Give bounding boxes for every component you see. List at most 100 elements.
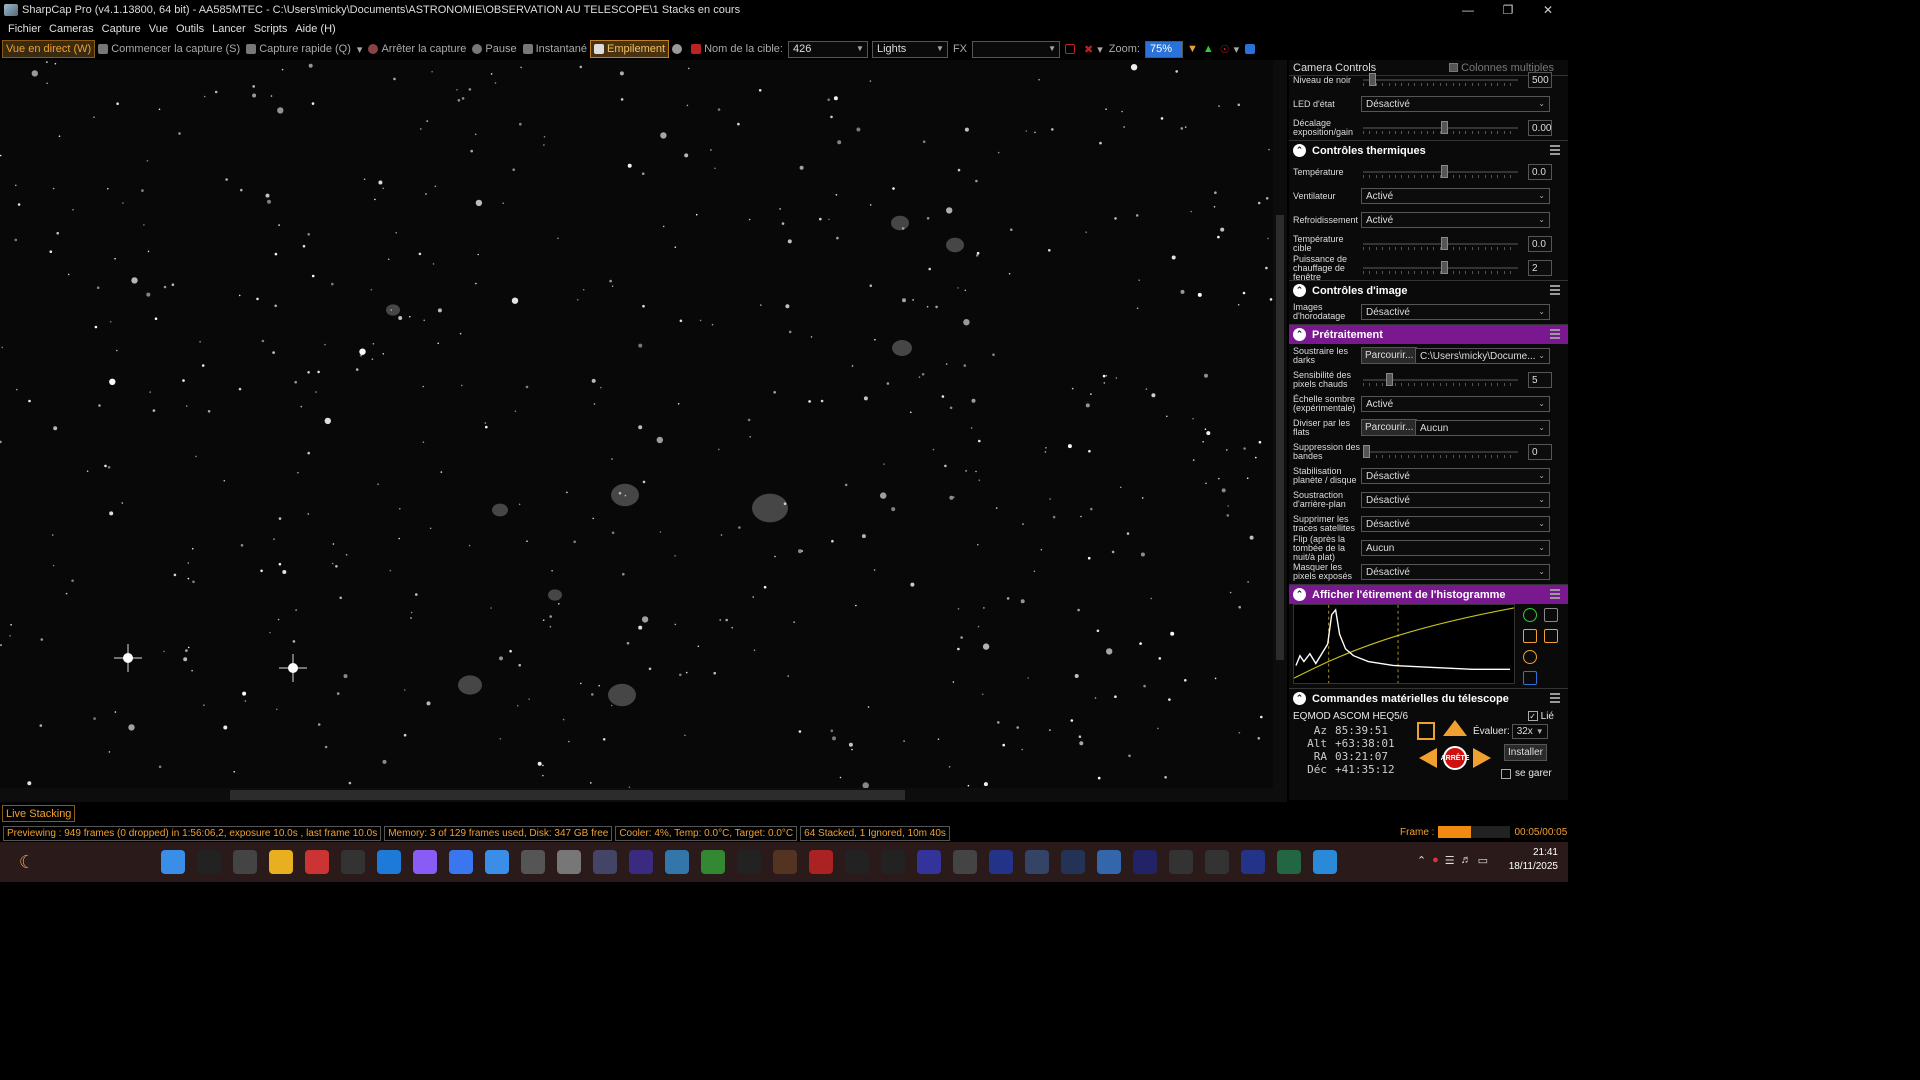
echelle-sombre-experimentale-dropdown[interactable]: Activé ⌄ [1361, 396, 1550, 412]
slider-knob[interactable] [1440, 121, 1448, 134]
start-capture-button[interactable]: Commencer la capture (S) [95, 40, 243, 58]
colors-icon[interactable] [701, 850, 725, 874]
star2-icon[interactable] [1133, 850, 1157, 874]
star-icon[interactable] [665, 850, 689, 874]
live-view-button[interactable]: Vue en direct (W) [2, 40, 96, 58]
menu-outils[interactable]: Outils [176, 23, 204, 35]
histogram-tool-button[interactable]: ▲ [1200, 40, 1217, 58]
menu-icon[interactable] [1550, 589, 1560, 599]
images-d-horodatage-dropdown[interactable]: Désactivé ⌄ [1361, 304, 1550, 320]
pause-button[interactable]: Pause [469, 40, 519, 58]
sensibilite-des-pixels-chaud-slider[interactable] [1363, 373, 1518, 386]
thermal-section-header[interactable]: ⌃ Contrôles thermiques [1289, 140, 1568, 160]
diviser-par-les-flats-path-dropdown[interactable]: Aucun ⌄ [1415, 420, 1550, 436]
browse-button[interactable]: Parcourir... [1361, 419, 1418, 436]
supprimer-les-traces-satelli-dropdown[interactable]: Désactivé ⌄ [1361, 516, 1550, 532]
histogram-section-header[interactable]: ⌃ Afficher l'étirement de l'histogramme [1289, 584, 1568, 604]
preprocess-section-header[interactable]: ⌃ Prétraitement [1289, 324, 1568, 344]
app-icon[interactable] [521, 850, 545, 874]
app6-icon[interactable] [1241, 850, 1265, 874]
clock[interactable]: 21:41 18/11/2025 [1509, 846, 1558, 874]
start-icon[interactable] [161, 850, 185, 874]
niveau-de-noir-value[interactable]: 500 [1528, 72, 1552, 88]
temperature-value[interactable]: 0.0 [1528, 164, 1552, 180]
stop-capture-button[interactable]: Arrêter la capture [365, 40, 469, 58]
save-icon[interactable] [1523, 671, 1537, 685]
niveau-de-noir-slider[interactable] [1363, 73, 1518, 86]
menu-icon[interactable] [1550, 145, 1560, 155]
stellarium-icon[interactable] [593, 850, 617, 874]
lock-icon[interactable] [1544, 629, 1559, 643]
histogram-display[interactable] [1293, 604, 1564, 685]
vertical-scroll-thumb[interactable] [1276, 215, 1284, 660]
vertical-scrollbar[interactable] [1273, 60, 1287, 788]
stabilisation-planete-disque-dropdown[interactable]: Désactivé ⌄ [1361, 468, 1550, 484]
gear-icon[interactable] [1169, 850, 1193, 874]
ts-icon[interactable] [1097, 850, 1121, 874]
menu-icon[interactable] [1550, 693, 1560, 703]
soustraire-les-darks-path-dropdown[interactable]: C:\Users\micky\Docume... ⌄ [1415, 348, 1550, 364]
temperature-slider[interactable] [1363, 165, 1518, 178]
ventilateur-dropdown[interactable]: Activé ⌄ [1361, 188, 1550, 204]
auto-stretch-icon[interactable] [1523, 629, 1537, 643]
weather-widget-icon[interactable]: ☾ [14, 849, 40, 875]
menu-vue[interactable]: Vue [149, 23, 168, 35]
window-icon[interactable] [737, 850, 761, 874]
app5-icon[interactable] [1061, 850, 1085, 874]
menu-aide[interactable]: Aide (H) [295, 23, 335, 35]
app3-icon[interactable] [989, 850, 1013, 874]
image-section-header[interactable]: ⌃ Contrôles d'image [1289, 280, 1568, 300]
slider-knob[interactable] [1440, 165, 1448, 178]
bird-icon[interactable] [1313, 850, 1337, 874]
file-explorer-icon[interactable] [269, 850, 293, 874]
slew-north-arrow-icon[interactable] [1443, 720, 1467, 736]
horizontal-scrollbar[interactable] [0, 788, 1287, 802]
menu-fichier[interactable]: Fichier [8, 23, 41, 35]
menu-cameras[interactable]: Cameras [49, 23, 94, 35]
slew-east-arrow-icon[interactable] [1473, 748, 1491, 768]
planet-icon[interactable] [809, 850, 833, 874]
slider-knob[interactable] [1369, 73, 1377, 86]
messenger-icon[interactable] [413, 850, 437, 874]
zoom-combo[interactable]: 75% [1144, 40, 1183, 58]
frame-type-combo[interactable]: Lights ▼ [871, 40, 948, 58]
image-viewport[interactable] [0, 60, 1273, 788]
puissance-de-chauffage-de-fe-value[interactable]: 2 [1528, 260, 1552, 276]
volume-icon[interactable]: ♬ [1461, 854, 1472, 867]
temperature-cible-value[interactable]: 0.0 [1528, 236, 1552, 252]
app7-icon[interactable] [1277, 850, 1301, 874]
puissance-de-chauffage-de-fe-slider[interactable] [1363, 261, 1518, 274]
target-name-combo[interactable]: 426 ▼ [787, 40, 868, 58]
eye-icon[interactable] [881, 850, 905, 874]
soustraction-d-arriere-plan-dropdown[interactable]: Désactivé ⌄ [1361, 492, 1550, 508]
slew-west-arrow-icon[interactable] [1419, 748, 1437, 768]
signal-icon[interactable] [449, 850, 473, 874]
chevron-up-icon[interactable]: ⌃ [1417, 854, 1426, 867]
histogram-chart[interactable] [1293, 604, 1515, 684]
astro-icon[interactable] [917, 850, 941, 874]
contrast-icon[interactable] [1544, 608, 1559, 622]
menu-lancer[interactable]: Lancer [212, 23, 246, 35]
polar-align-button[interactable] [1242, 40, 1261, 58]
task-view-icon[interactable] [233, 850, 257, 874]
camera2-icon[interactable] [1205, 850, 1229, 874]
masquer-les-pixels-exposes-dropdown[interactable]: Désactivé ⌄ [1361, 564, 1550, 580]
minimize-button[interactable]: — [1448, 0, 1488, 20]
menu-icon[interactable] [1550, 329, 1560, 339]
fx-combo[interactable]: ▼ [972, 40, 1061, 58]
quick-capture-button[interactable]: Capture rapide (Q) ▾ [243, 40, 365, 58]
flip-apres-la-tombee-de-la-n-dropdown[interactable]: Aucun ⌄ [1361, 540, 1550, 556]
horizontal-scroll-thumb[interactable] [230, 790, 905, 800]
install-button[interactable]: Installer [1504, 744, 1548, 761]
decalage-exposition-gain-value[interactable]: 0.00 [1528, 120, 1552, 136]
menu-scripts[interactable]: Scripts [254, 23, 288, 35]
focus-tool-button[interactable]: ☉ ▾ [1217, 40, 1242, 58]
menu-capture[interactable]: Capture [102, 23, 141, 35]
stop-slew-button[interactable]: ARRÊTE [1441, 746, 1469, 770]
sharpcap-icon[interactable] [557, 850, 581, 874]
crosshair-button[interactable]: ✖ ▾ [1081, 40, 1106, 58]
moon-icon[interactable] [773, 850, 797, 874]
snapshot-button[interactable]: Instantané [520, 40, 590, 58]
slider-knob[interactable] [1386, 373, 1394, 386]
app4-icon[interactable] [1025, 850, 1049, 874]
